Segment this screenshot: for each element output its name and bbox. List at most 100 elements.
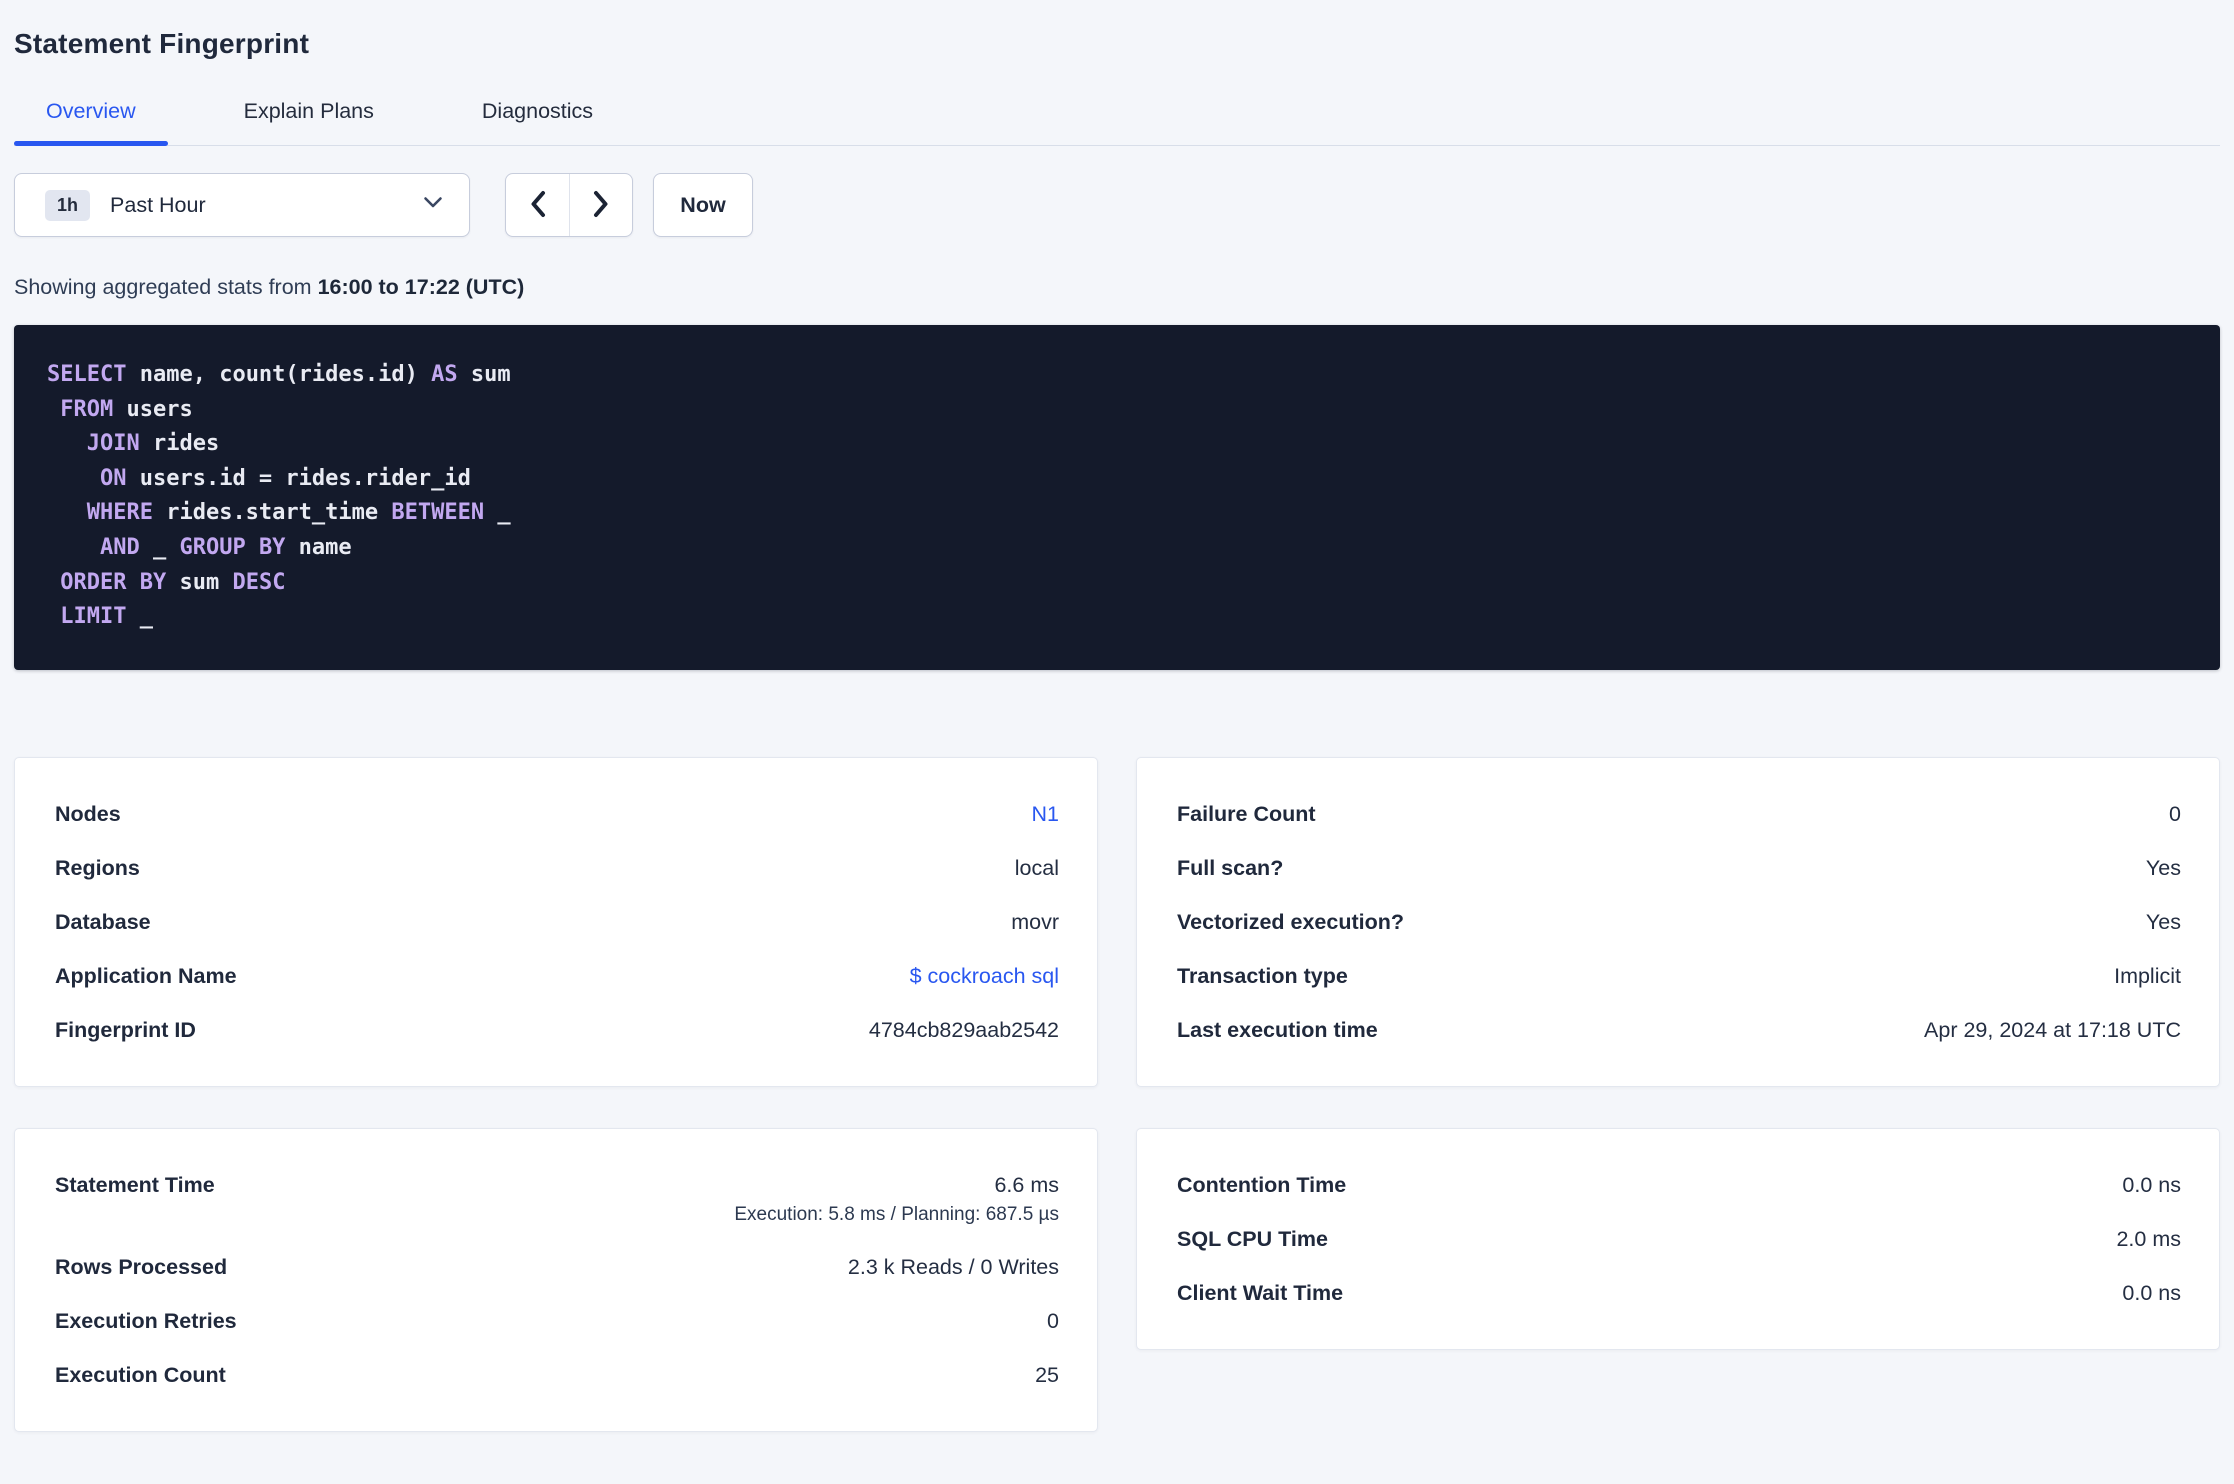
sql-token: users [113,396,193,422]
execution-retries-value: 0 [1047,1308,1059,1333]
transaction-type-value: Implicit [2114,963,2181,988]
sql-line-3: JOIN rides [47,427,2190,462]
sql-token: AS [431,362,458,387]
tab-bar: Overview Explain Plans Diagnostics [14,98,2220,146]
sql-token: _ [484,500,511,526]
sql-token: name, count(rides.id) [126,362,432,387]
summary-cards-grid: Nodes N1 Regions local Database movr App… [14,756,2220,1432]
sql-line-5: WHERE rides.start_time BETWEEN _ [47,496,2190,531]
sql-token: ON [47,465,127,491]
failure-count-label: Failure Count [1177,801,1316,826]
time-range-value: Past Hour [110,192,206,217]
now-button[interactable]: Now [653,173,753,237]
nodes-link[interactable]: N1 [1032,800,1059,828]
time-step-buttons [505,173,633,237]
failure-count-value: 0 [2169,801,2181,826]
fingerprint-id-label: Fingerprint ID [55,1017,196,1042]
client-wait-time-value: 0.0 ns [2122,1280,2181,1305]
aggregated-stats-caption: Showing aggregated stats from 16:00 to 1… [14,273,2220,301]
sql-cpu-time-value: 2.0 ms [2116,1226,2181,1251]
client-wait-time-label: Client Wait Time [1177,1280,1344,1305]
chevron-down-icon [423,196,443,214]
sql-token: FROM [47,396,114,422]
execution-retries-row: Execution Retries 0 [55,1307,1059,1335]
sql-token: _ [139,534,180,560]
chevron-left-icon [527,189,549,222]
sql-token: BETWEEN [391,500,485,526]
execution-retries-label: Execution Retries [55,1308,237,1333]
rows-processed-row: Rows Processed 2.3 k Reads / 0 Writes [55,1253,1059,1281]
statement-timing-card: Statement Time 6.6 ms Execution: 5.8 ms … [14,1127,1098,1432]
execution-count-row: Execution Count 25 [55,1361,1059,1389]
page-title: Statement Fingerprint [14,28,310,59]
caption-time-range: 16:00 to 17:22 (UTC) [317,275,525,299]
last-execution-time-value: Apr 29, 2024 at 17:18 UTC [1924,1017,2181,1042]
next-time-interval-button[interactable] [569,174,632,236]
sql-token: AND [47,534,140,560]
sql-line-1: SELECT name, count(rides.id) AS sum [47,358,2190,393]
transaction-type-label: Transaction type [1177,963,1348,988]
sql-token: sum [166,569,233,595]
execution-count-label: Execution Count [55,1362,226,1387]
sql-token: sum [457,362,511,387]
vectorized-execution-value: Yes [2145,909,2181,934]
rows-processed-value: 2.3 k Reads / 0 Writes [847,1254,1059,1279]
wait-times-card: Contention Time 0.0 ns SQL CPU Time 2.0 … [1136,1127,2220,1350]
tab-diagnostics[interactable]: Diagnostics [450,98,625,145]
last-execution-time-row: Last execution time Apr 29, 2024 at 17:1… [1177,1016,2181,1044]
statement-time-row: Statement Time 6.6 ms Execution: 5.8 ms … [55,1171,1059,1227]
sql-token: WHERE [47,500,153,526]
sql-line-8: LIMIT _ [47,600,2190,635]
sql-token: rides.start_time [152,500,392,526]
statement-fingerprint-page: Statement Fingerprint Overview Explain P… [0,26,2234,1432]
statement-time-breakdown: Execution: 5.8 ms / Planning: 687.5 µs [734,1203,1059,1225]
regions-label: Regions [55,855,140,880]
last-execution-time-label: Last execution time [1177,1017,1378,1042]
application-name-row: Application Name $ cockroach sql [55,962,1059,990]
vectorized-execution-label: Vectorized execution? [1177,909,1405,934]
vectorized-execution-row: Vectorized execution? Yes [1177,908,2181,936]
sql-line-6: AND _ GROUP BY name [47,531,2190,566]
sql-token: GROUP BY [179,534,286,560]
statement-details-card: Nodes N1 Regions local Database movr App… [14,756,1098,1087]
application-name-label: Application Name [55,963,237,988]
statement-time-label: Statement Time [55,1172,215,1197]
tab-overview[interactable]: Overview [14,98,168,146]
failure-count-row: Failure Count 0 [1177,800,2181,828]
application-name-link[interactable]: $ cockroach sql [910,962,1059,990]
contention-time-row: Contention Time 0.0 ns [1177,1171,2181,1199]
database-label: Database [55,909,151,934]
nodes-row: Nodes N1 [55,800,1059,828]
contention-time-value: 0.0 ns [2122,1172,2181,1197]
transaction-type-row: Transaction type Implicit [1177,962,2181,990]
time-toolbar: 1h Past Hour Now [14,173,2220,237]
sql-line-7: ORDER BY sum DESC [47,566,2190,601]
client-wait-time-row: Client Wait Time 0.0 ns [1177,1279,2181,1307]
sql-token: _ [126,604,153,630]
fingerprint-id-value: 4784cb829aab2542 [868,1017,1059,1042]
database-value: movr [1011,909,1059,934]
sql-token: name [285,534,352,560]
previous-time-interval-button[interactable] [506,174,569,236]
contention-time-label: Contention Time [1177,1172,1347,1197]
sql-line-4: ON users.id = rides.rider_id [47,462,2190,497]
chevron-right-icon [590,189,612,222]
nodes-label: Nodes [55,801,121,826]
sql-token: LIMIT [47,604,127,630]
execution-count-value: 25 [1035,1362,1059,1387]
sql-token: ORDER BY [47,569,167,595]
tab-explain-plans[interactable]: Explain Plans [212,98,406,145]
sql-token: users.id = rides.rider_id [126,465,471,491]
time-range-badge: 1h [45,189,91,221]
execution-attributes-card: Failure Count 0 Full scan? Yes Vectorize… [1136,756,2220,1087]
sql-cpu-time-label: SQL CPU Time [1177,1226,1328,1251]
sql-line-2: FROM users [47,393,2190,428]
sql-cpu-time-row: SQL CPU Time 2.0 ms [1177,1225,2181,1253]
full-scan-row: Full scan? Yes [1177,854,2181,882]
sql-statement-box: SELECT name, count(rides.id) AS sum FROM… [14,325,2220,670]
caption-prefix: Showing aggregated stats from [14,275,318,299]
sql-token: SELECT [47,362,127,387]
statement-time-value: 6.6 ms [994,1172,1059,1197]
fingerprint-id-row: Fingerprint ID 4784cb829aab2542 [55,1016,1059,1044]
time-range-dropdown[interactable]: 1h Past Hour [14,173,470,237]
